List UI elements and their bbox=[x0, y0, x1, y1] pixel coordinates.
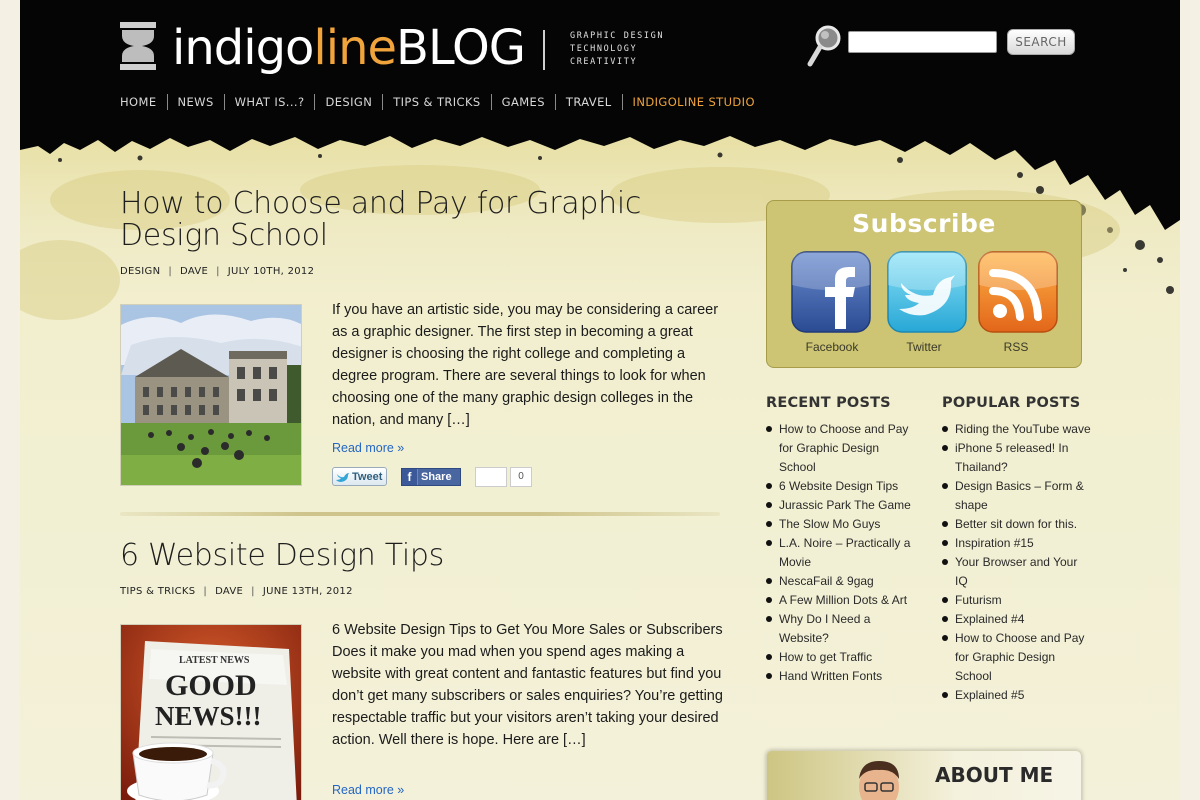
facebook-label[interactable]: Facebook bbox=[787, 340, 877, 354]
twitter-label[interactable]: Twitter bbox=[879, 340, 969, 354]
facebook-icon[interactable] bbox=[791, 251, 871, 333]
rss-label[interactable]: RSS bbox=[971, 340, 1061, 354]
page: indigolineBLOG GRAPHIC DESIGN TECHNOLOGY… bbox=[20, 0, 1180, 800]
post-title[interactable]: 6 Website Design Tips bbox=[120, 540, 740, 572]
post-excerpt: 6 Website Design Tips to Get You More Sa… bbox=[332, 622, 723, 748]
list-item[interactable]: Inspiration #15 bbox=[942, 534, 1092, 553]
post-date: JUNE 13TH, 2012 bbox=[262, 586, 353, 597]
tagline: GRAPHIC DESIGN bbox=[570, 31, 665, 41]
post-category-link[interactable]: TIPS & TRICKS bbox=[120, 586, 195, 597]
list-item[interactable]: 6 Website Design Tips bbox=[766, 477, 916, 496]
post-excerpt: If you have an artistic side, you may be… bbox=[332, 302, 719, 428]
share-label: Share bbox=[421, 471, 452, 483]
twitter-icon[interactable] bbox=[887, 251, 967, 333]
site-logo[interactable]: indigolineBLOG bbox=[172, 18, 526, 78]
list-item[interactable]: Design Basics – Form & shape bbox=[942, 477, 1092, 515]
hourglass-logo-icon bbox=[120, 22, 156, 70]
list-item[interactable]: Futurism bbox=[942, 591, 1092, 610]
list-item[interactable]: Hand Written Fonts bbox=[766, 667, 916, 686]
main-nav: HOME NEWS WHAT IS...? DESIGN TIPS & TRIC… bbox=[120, 94, 765, 110]
tagline: TECHNOLOGY bbox=[570, 44, 638, 54]
newspaper-good: GOOD bbox=[165, 669, 257, 702]
post-divider bbox=[120, 512, 720, 516]
facebook-f-icon: f bbox=[402, 469, 418, 485]
logo-divider bbox=[543, 30, 545, 70]
list-item[interactable]: Why Do I Need a Website? bbox=[766, 610, 916, 648]
read-more-link[interactable]: Read more » bbox=[332, 783, 404, 797]
like-box[interactable] bbox=[475, 467, 507, 487]
nav-indigoline-studio[interactable]: INDIGOLINE STUDIO bbox=[621, 94, 765, 110]
post-title[interactable]: How to Choose and Pay for Graphic Design… bbox=[120, 188, 740, 252]
logo-part-line: line bbox=[313, 20, 397, 76]
nav-tips-tricks[interactable]: TIPS & TRICKS bbox=[382, 94, 490, 110]
site-header: indigolineBLOG GRAPHIC DESIGN TECHNOLOGY… bbox=[20, 0, 1180, 128]
list-item[interactable]: L.A. Noire – Practically a Movie bbox=[766, 534, 916, 572]
newspaper-news: NEWS!!! bbox=[155, 701, 262, 731]
recent-posts-title: RECENT POSTS bbox=[766, 395, 891, 411]
twitter-bird-icon bbox=[336, 472, 349, 482]
good-news-photo: LATEST NEWS GOOD NEWS!!! bbox=[121, 625, 301, 800]
tweet-button[interactable]: Tweet bbox=[332, 467, 387, 486]
post-author-link[interactable]: DAVE bbox=[180, 266, 208, 277]
like-count: 0 bbox=[510, 467, 532, 487]
read-more-link[interactable]: Read more » bbox=[332, 441, 404, 455]
tweet-label: Tweet bbox=[352, 470, 383, 483]
nav-travel[interactable]: TRAVEL bbox=[554, 94, 622, 110]
post-category-link[interactable]: DESIGN bbox=[120, 266, 160, 277]
site-taglines: GRAPHIC DESIGN TECHNOLOGY CREATIVITY bbox=[570, 30, 664, 69]
post-date: JULY 10TH, 2012 bbox=[227, 266, 315, 277]
post-meta: DESIGN | DAVE | JULY 10TH, 2012 bbox=[120, 266, 315, 277]
campus-photo bbox=[121, 305, 301, 485]
search-input[interactable] bbox=[848, 31, 997, 53]
list-item[interactable]: How to get Traffic bbox=[766, 648, 916, 667]
about-me-widget: ABOUT ME bbox=[766, 750, 1082, 800]
logo-part-indigo: indigo bbox=[172, 20, 314, 76]
search-button[interactable]: SEARCH bbox=[1007, 29, 1075, 55]
list-item[interactable]: Explained #4 bbox=[942, 610, 1092, 629]
nav-news[interactable]: NEWS bbox=[166, 94, 224, 110]
nav-games[interactable]: GAMES bbox=[490, 94, 555, 110]
post-thumbnail[interactable] bbox=[120, 304, 302, 486]
post-author-link[interactable]: DAVE bbox=[215, 586, 243, 597]
rss-icon[interactable] bbox=[978, 251, 1058, 333]
list-item[interactable]: Explained #5 bbox=[942, 686, 1092, 705]
author-avatar bbox=[859, 761, 899, 800]
post-thumbnail[interactable]: LATEST NEWS GOOD NEWS!!! bbox=[120, 624, 302, 800]
list-item[interactable]: How to Choose and Pay for Graphic Design… bbox=[942, 629, 1092, 686]
list-item[interactable]: A Few Million Dots & Art bbox=[766, 591, 916, 610]
list-item[interactable]: The Slow Mo Guys bbox=[766, 515, 916, 534]
subscribe-widget: Subscribe Facebook Twitter RSS bbox=[766, 200, 1082, 368]
recent-posts-list: How to Choose and Pay for Graphic Design… bbox=[766, 420, 916, 686]
popular-posts-list: Riding the YouTube wave iPhone 5 release… bbox=[942, 420, 1092, 705]
post-meta: TIPS & TRICKS | DAVE | JUNE 13TH, 2012 bbox=[120, 586, 353, 597]
nav-what-is[interactable]: WHAT IS...? bbox=[223, 94, 315, 110]
tagline: CREATIVITY bbox=[570, 57, 638, 67]
list-item[interactable]: Your Browser and Your IQ bbox=[942, 553, 1092, 591]
popular-posts-title: POPULAR POSTS bbox=[942, 395, 1081, 411]
list-item[interactable]: Jurassic Park The Game bbox=[766, 496, 916, 515]
nav-design[interactable]: DESIGN bbox=[314, 94, 382, 110]
list-item[interactable]: NescaFail & 9gag bbox=[766, 572, 916, 591]
about-me-title: ABOUT ME bbox=[935, 763, 1054, 787]
newspaper-latest-news: LATEST NEWS bbox=[179, 655, 250, 666]
list-item[interactable]: Riding the YouTube wave bbox=[942, 420, 1092, 439]
magnifier-icon bbox=[807, 25, 841, 67]
subscribe-title: Subscribe bbox=[852, 209, 996, 238]
facebook-share-button[interactable]: f Share bbox=[401, 468, 461, 486]
list-item[interactable]: How to Choose and Pay for Graphic Design… bbox=[766, 420, 916, 477]
logo-part-blog: BLOG bbox=[396, 20, 526, 76]
list-item[interactable]: iPhone 5 released! In Thailand? bbox=[942, 439, 1092, 477]
nav-home[interactable]: HOME bbox=[120, 94, 167, 110]
list-item[interactable]: Better sit down for this. bbox=[942, 515, 1092, 534]
